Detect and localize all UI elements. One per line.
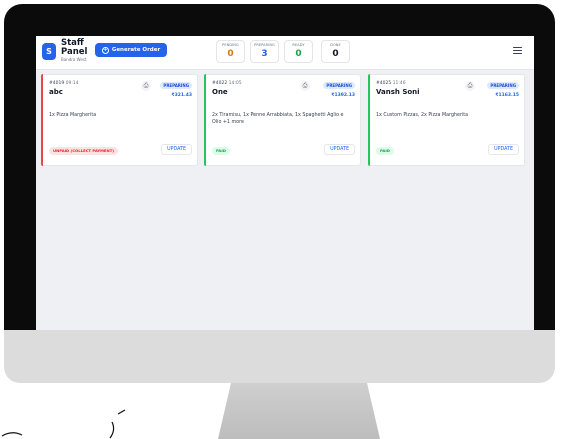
card-accent: [204, 74, 206, 166]
order-card[interactable]: #4022 14:05 One ⎙ PREPARING ₹1392.13 2x …: [204, 74, 361, 166]
stat-pending[interactable]: PENDING 0: [216, 40, 245, 63]
payment-badge: PAID: [376, 147, 394, 155]
order-time: 11:46: [392, 81, 406, 86]
status-badge: PREPARING: [160, 82, 192, 89]
brand: Staff Panel Bandra West: [61, 38, 88, 62]
update-button[interactable]: UPDATE: [324, 144, 355, 155]
order-items: 1x Pizza Margherita: [49, 113, 97, 118]
card-accent: [41, 74, 43, 166]
customer-name: abc: [49, 88, 63, 96]
stat-preparing-value: 3: [261, 49, 268, 59]
order-meta: #4019 09:14: [49, 81, 79, 86]
order-total: ₹1392.13: [331, 93, 355, 98]
stat-pending-label: PENDING: [222, 43, 239, 47]
top-bar: S Staff Panel Bandra West + Generate Ord…: [36, 36, 534, 70]
stat-preparing[interactable]: PREPARING 3: [250, 40, 279, 63]
order-id: #4025: [376, 81, 392, 86]
plus-circle-icon: +: [101, 46, 109, 54]
generate-order-button[interactable]: + Generate Order: [95, 43, 167, 57]
printer-icon[interactable]: ⎙: [465, 81, 475, 91]
stat-ready-label: READY: [292, 43, 305, 47]
monitor-chin: [4, 330, 555, 383]
card-accent: [368, 74, 370, 166]
stat-done-value: 0: [332, 49, 339, 59]
order-total: ₹321.43: [171, 93, 193, 98]
stat-done-label: DONE: [330, 43, 341, 47]
order-meta: #4022 14:05: [212, 81, 242, 86]
stat-pending-value: 0: [227, 49, 234, 59]
monitor-stand: [218, 383, 380, 439]
payment-badge: UNPAID (COLLECT PAYMENT): [49, 147, 119, 155]
printer-icon[interactable]: ⎙: [300, 81, 310, 91]
printer-icon[interactable]: ⎙: [141, 81, 151, 91]
stat-preparing-label: PREPARING: [254, 43, 275, 47]
stat-done[interactable]: DONE 0: [321, 40, 350, 63]
order-id: #4022: [212, 81, 228, 86]
monitor-scene: S Staff Panel Bandra West + Generate Ord…: [0, 0, 561, 439]
update-button[interactable]: UPDATE: [161, 144, 192, 155]
order-card[interactable]: #4019 09:14 abc ⎙ PREPARING ₹321.43 1x P…: [41, 74, 198, 166]
hamburger-menu-icon[interactable]: [513, 47, 522, 54]
scribble-mark: [1, 409, 126, 439]
payment-badge: PAID: [212, 147, 230, 155]
app-title: Staff Panel: [61, 38, 88, 57]
status-badge: PREPARING: [323, 82, 355, 89]
order-meta: #4025 11:46: [376, 81, 406, 86]
customer-name: Vansh Soni: [376, 88, 420, 96]
order-total: ₹1163.15: [495, 93, 519, 98]
branch-name: Bandra West: [61, 57, 87, 62]
status-badge: PREPARING: [487, 82, 519, 89]
logo-badge: S: [42, 43, 56, 60]
stat-ready-value: 0: [295, 49, 302, 59]
order-items: 2x Tiramisu, 1x Penne Arrabbiata, 1x Spa…: [212, 113, 344, 125]
order-id: #4019: [49, 81, 65, 86]
order-items: 1x Custom Pizzas, 2x Pizza Margherita: [376, 113, 469, 118]
app-screen: S Staff Panel Bandra West + Generate Ord…: [36, 36, 534, 330]
order-time: 09:14: [65, 81, 79, 86]
update-button[interactable]: UPDATE: [488, 144, 519, 155]
stat-ready[interactable]: READY 0: [284, 40, 313, 63]
customer-name: One: [212, 88, 228, 96]
order-card[interactable]: #4025 11:46 Vansh Soni ⎙ PREPARING ₹1163…: [368, 74, 525, 166]
generate-order-label: Generate Order: [111, 47, 161, 53]
order-time: 14:05: [228, 81, 242, 86]
